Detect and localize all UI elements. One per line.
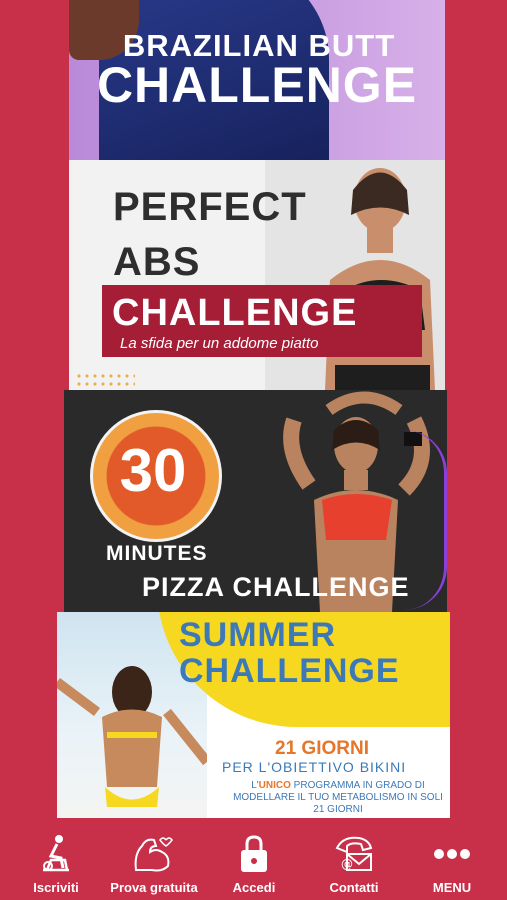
svg-text:@: @ bbox=[341, 857, 353, 871]
summer-challenge-card[interactable]: SUMMER CHALLENGE 21 GIORNI PER L'OBIETTI… bbox=[57, 612, 450, 818]
nav-iscriviti[interactable]: Iscriviti bbox=[6, 826, 106, 900]
nav-label: Prova gratuita bbox=[110, 880, 198, 895]
card-title-line2: CHALLENGE bbox=[179, 652, 400, 690]
nav-contatti[interactable]: @ Contatti bbox=[304, 826, 404, 900]
goal-label: PER L'OBIETTIVO BIKINI bbox=[222, 759, 407, 775]
card-title-line3: CHALLENGE bbox=[112, 292, 358, 334]
card-subtitle: La sfida per un addome piatto bbox=[120, 335, 319, 352]
card-title-line1: SUMMER bbox=[179, 616, 337, 654]
challenge-banner: CHALLENGE La sfida per un addome piatto bbox=[102, 285, 422, 357]
phone-mail-icon: @ bbox=[335, 836, 373, 871]
pizza-challenge-card[interactable]: 30 MINUTES PIZZA CHALLENGE bbox=[64, 390, 447, 612]
duration-label: 21 GIORNI bbox=[275, 738, 369, 759]
nav-label: Iscriviti bbox=[33, 880, 79, 895]
decorative-dots bbox=[75, 372, 135, 386]
more-dots-icon bbox=[434, 849, 470, 859]
card-title-line2: ABS bbox=[113, 240, 201, 284]
nav-label: Contatti bbox=[329, 880, 379, 895]
minutes-label: MINUTES bbox=[106, 542, 208, 565]
flexed-arm-icon bbox=[134, 837, 173, 872]
bottom-nav: Iscriviti Prova gratuita Accedi @ Contat… bbox=[0, 826, 507, 900]
decorative-curve bbox=[404, 430, 447, 610]
minutes-number: 30 bbox=[119, 437, 187, 504]
program-description: L'UNICO PROGRAMMA IN GRADO DI MODELLARE … bbox=[233, 780, 443, 815]
nav-menu[interactable]: MENU bbox=[402, 826, 502, 900]
card-title-line2: CHALLENGE bbox=[96, 57, 418, 113]
exercise-bike-icon bbox=[43, 835, 69, 872]
card-title-line1: PERFECT bbox=[113, 185, 307, 229]
nav-accedi[interactable]: Accedi bbox=[204, 826, 304, 900]
lock-icon bbox=[241, 835, 267, 872]
card-title: PIZZA CHALLENGE bbox=[142, 572, 410, 602]
nav-prova-gratuita[interactable]: Prova gratuita bbox=[104, 826, 204, 900]
perfect-abs-challenge-card[interactable]: PERFECT ABS CHALLENGE La sfida per un ad… bbox=[69, 160, 445, 390]
nav-label: MENU bbox=[432, 880, 472, 895]
nav-label: Accedi bbox=[232, 880, 276, 895]
brazilian-butt-challenge-card[interactable]: BRAZILIAN BUTT CHALLENGE bbox=[69, 0, 445, 160]
